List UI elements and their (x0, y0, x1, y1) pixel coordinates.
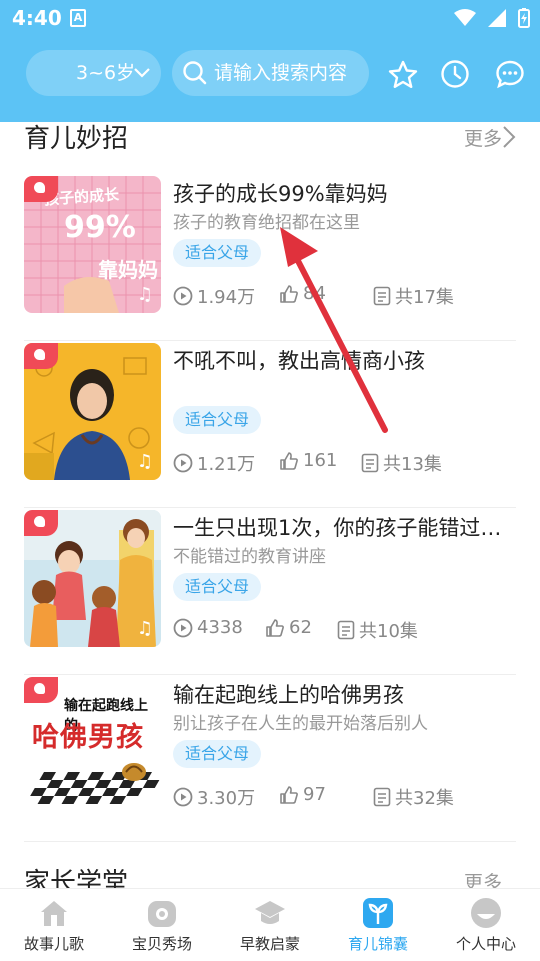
search-placeholder: 请输入搜索内容 (214, 62, 348, 84)
annotation-arrow (280, 227, 388, 433)
cover-text-line3: 靠妈妈 (98, 258, 158, 282)
chevron-right-icon[interactable] (502, 125, 516, 149)
hot-flag-badge (24, 343, 58, 369)
episode-count-value: 共32集 (395, 788, 454, 809)
music-note-icon: ♫ (136, 785, 153, 806)
album-cover[interactable]: ♫ (24, 510, 161, 647)
item-stats: 1.21万 161 共13集 (173, 450, 515, 476)
like-count-value: 62 (289, 617, 312, 638)
play-count-icon (173, 787, 193, 807)
like-count: 62 (265, 617, 312, 638)
episode-count: 共10集 (337, 617, 418, 643)
item-subtitle: 别让孩子在人生的最开始落后别人 (173, 714, 428, 734)
episode-count: 共32集 (373, 784, 454, 810)
top-header: 4:40 A 3~6岁 请输入搜索内容 (0, 0, 540, 122)
item-subtitle: 不能错过的教育讲座 (173, 547, 326, 567)
play-count-value: 1.21万 (197, 454, 256, 475)
list-item[interactable]: ♫ 一生只出现1次，你的孩子能错过… 不能错过的教育讲座 适合父母 4338 6… (24, 510, 516, 675)
play-count-icon (173, 453, 193, 473)
message-icon[interactable] (495, 59, 525, 89)
wifi-icon (454, 9, 476, 26)
hot-flag-badge (24, 510, 58, 536)
audience-tag: 适合父母 (173, 573, 262, 601)
bottom-nav: 故事儿歌 宝贝秀场 早教启蒙 育儿锦囊 个人中心 (0, 888, 540, 960)
play-count-value: 1.94万 (197, 287, 256, 308)
signal-icon (488, 9, 506, 27)
thumbs-up-icon (266, 618, 284, 637)
camera-icon (148, 901, 176, 927)
tab-early-education[interactable]: 早教启蒙 (216, 889, 324, 961)
cover-text-line2: 哈佛男孩 (32, 722, 144, 753)
search-icon (183, 61, 207, 85)
episode-count: 共13集 (361, 450, 442, 476)
item-stats: 3.30万 97 共32集 (173, 784, 515, 810)
audience-tag: 适合父母 (173, 239, 262, 267)
tab-label: 育儿锦囊 (347, 935, 408, 953)
history-clock-icon[interactable] (440, 59, 470, 89)
play-count: 4338 (173, 617, 243, 638)
album-cover[interactable]: ♫ (24, 343, 161, 480)
list-item[interactable]: 输在起跑线上的 哈佛男孩 ♫ 输在起跑线上的哈佛男孩 别让孩子在人生的最开始落后… (24, 677, 516, 842)
like-count: 97 (279, 784, 326, 805)
search-input[interactable]: 请输入搜索内容 (172, 50, 369, 96)
play-count-value: 4338 (197, 617, 243, 638)
notification-icon: A (70, 9, 86, 27)
play-count: 1.94万 (173, 283, 255, 309)
age-selector[interactable]: 3~6岁 (26, 50, 161, 96)
play-count-value: 3.30万 (197, 788, 256, 809)
music-note-icon: ♫ (136, 451, 153, 472)
tab-label: 早教启蒙 (239, 935, 300, 953)
sprout-icon (363, 898, 393, 928)
tab-label: 宝贝秀场 (131, 935, 192, 953)
tab-stories-songs[interactable]: 故事儿歌 (0, 889, 108, 961)
tab-profile[interactable]: 个人中心 (432, 889, 540, 961)
album-cover[interactable]: 输在起跑线上的 哈佛男孩 ♫ (24, 677, 161, 814)
play-count: 1.21万 (173, 450, 255, 476)
hot-flag-badge (24, 677, 58, 703)
graduation-cap-icon (255, 901, 285, 924)
item-stats: 4338 62 共10集 (173, 617, 515, 643)
tab-baby-show[interactable]: 宝贝秀场 (108, 889, 216, 961)
home-icon (41, 901, 67, 926)
like-count-value: 161 (303, 450, 338, 471)
section-more-link[interactable]: 更多 (464, 124, 502, 151)
age-selector-label: 3~6岁 (76, 62, 136, 84)
status-indicators (454, 8, 530, 28)
status-time: 4:40 (12, 6, 62, 30)
episode-count-value: 共10集 (359, 621, 418, 642)
audience-tag: 适合父母 (173, 406, 262, 434)
star-icon[interactable] (387, 59, 419, 91)
item-title[interactable]: 孩子的成长99%靠妈妈 (173, 178, 515, 208)
like-count-value: 97 (303, 784, 326, 805)
item-title[interactable]: 输在起跑线上的哈佛男孩 (173, 679, 515, 709)
episode-count-value: 共13集 (383, 454, 442, 475)
episode-count-value: 共17集 (395, 287, 454, 308)
tab-label: 故事儿歌 (23, 935, 84, 953)
like-count: 161 (279, 450, 337, 471)
cover-text-line2: 99% (64, 210, 136, 245)
chevron-down-icon (134, 68, 150, 78)
episode-list-icon (337, 620, 355, 640)
music-note-icon: ♫ (136, 618, 153, 639)
battery-icon (518, 8, 530, 28)
play-count-icon (173, 286, 193, 306)
thumbs-up-icon (280, 785, 298, 804)
status-bar: 4:40 A (0, 0, 540, 36)
album-cover[interactable]: 孩子的成长 99% 靠妈妈 ♫ (24, 176, 161, 313)
tab-label: 个人中心 (455, 935, 516, 953)
episode-list-icon (373, 787, 391, 807)
tab-parenting-tips[interactable]: 育儿锦囊 (324, 889, 432, 961)
item-title[interactable]: 一生只出现1次，你的孩子能错过… (173, 512, 515, 542)
music-note-icon: ♫ (136, 284, 153, 305)
hot-flag-badge (24, 176, 58, 202)
face-profile-icon (471, 898, 501, 928)
thumbs-up-icon (280, 451, 298, 470)
section-title-parenting-tips: 育儿妙招 (24, 124, 129, 154)
audience-tag: 适合父母 (173, 740, 262, 768)
play-count: 3.30万 (173, 784, 255, 810)
play-count-icon (173, 618, 193, 637)
episode-list-icon (361, 453, 379, 473)
